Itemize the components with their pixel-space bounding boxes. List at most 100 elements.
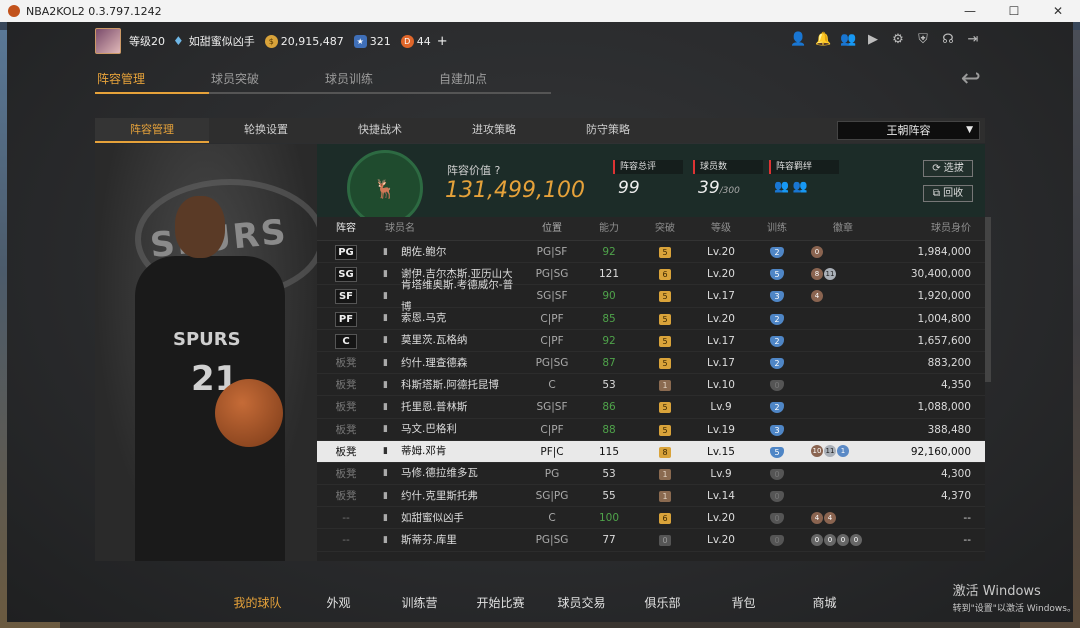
breakthrough-cell[interactable]: 1 (637, 374, 693, 395)
badges-cell[interactable]: 0000 (805, 529, 881, 550)
exit-icon[interactable]: ⇥ (965, 32, 981, 48)
row-player-name-cell[interactable]: ▮ 莫里茨.瓦格纳 (375, 330, 523, 351)
badges-cell[interactable]: 0 (805, 241, 881, 262)
row-player-name-cell[interactable]: ▮ 如甜蜜似凶手 (375, 507, 523, 528)
badge-icon[interactable]: 8 (811, 267, 823, 280)
breakthrough-cell[interactable]: 1 (637, 463, 693, 484)
row-player-name-cell[interactable]: ▮ 约什.理查德森 (375, 352, 523, 373)
table-row[interactable]: PG ▮ 朗佐.鲍尔 PG|SF 92 5 Lv.20 2 0 1,984,000 (317, 241, 985, 264)
row-slot[interactable]: SF (317, 285, 375, 306)
row-player-name-cell[interactable]: ▮ 索恩.马克 (375, 308, 523, 329)
badge-icon[interactable]: 4 (811, 511, 823, 524)
video-icon[interactable]: ▶ (865, 32, 881, 48)
row-slot[interactable]: SG (317, 263, 375, 284)
row-slot[interactable]: C (317, 330, 375, 351)
badges-cell[interactable] (805, 374, 881, 395)
table-row[interactable]: -- ▮ 如甜蜜似凶手 C 100 6 Lv.20 0 4 4 -- (317, 507, 985, 530)
nav-start-game[interactable]: 开始比赛 (460, 594, 541, 611)
subtab-rotation[interactable]: 轮换设置 (209, 118, 323, 143)
badge-icon[interactable]: 10 (811, 445, 823, 458)
row-player-name-cell[interactable]: ▮ 约什.克里斯托弗 (375, 485, 523, 506)
breakthrough-cell[interactable]: 5 (637, 352, 693, 373)
tab-player-breakthrough[interactable]: 球员突破 (209, 70, 323, 94)
row-slot[interactable]: 板凳 (317, 441, 375, 462)
breakthrough-cell[interactable]: 1 (637, 485, 693, 506)
badge-icon[interactable]: 0 (837, 534, 849, 547)
nav-club[interactable]: 俱乐部 (622, 594, 703, 611)
row-slot[interactable]: PF (317, 308, 375, 329)
breakthrough-cell[interactable]: 5 (637, 285, 693, 306)
badges-cell[interactable] (805, 485, 881, 506)
breakthrough-cell[interactable]: 0 (637, 529, 693, 550)
badge-icon[interactable]: 0 (811, 534, 823, 547)
badges-cell[interactable]: 8 11 (805, 263, 881, 284)
badge-icon[interactable]: 4 (811, 289, 823, 302)
row-slot[interactable]: 板凳 (317, 419, 375, 440)
breakthrough-cell[interactable]: 6 (637, 507, 693, 528)
badge-icon[interactable]: 0 (824, 534, 836, 547)
training-cell[interactable]: 0 (749, 463, 805, 484)
subtab-offense[interactable]: 进攻策略 (437, 118, 551, 143)
row-slot[interactable]: -- (317, 507, 375, 528)
minimize-button[interactable]: — (948, 4, 992, 18)
training-cell[interactable]: 2 (749, 308, 805, 329)
nav-backpack[interactable]: 背包 (703, 594, 784, 611)
training-cell[interactable]: 0 (749, 507, 805, 528)
row-slot[interactable]: PG (317, 241, 375, 262)
badges-cell[interactable]: 10 11 1 (805, 441, 881, 462)
table-row[interactable]: 板凳 ▮ 科斯塔斯.阿德托昆博 C 53 1 Lv.10 0 4,350 (317, 374, 985, 397)
subtab-lineup[interactable]: 阵容管理 (95, 118, 209, 143)
table-scrollbar[interactable] (985, 217, 991, 382)
subtab-defense[interactable]: 防守策略 (551, 118, 665, 143)
lineup-dropdown[interactable]: 王朝阵容 ▼ (837, 121, 980, 140)
bell-icon[interactable]: 🔔 (815, 32, 831, 48)
training-cell[interactable]: 3 (749, 285, 805, 306)
nav-store[interactable]: 商城 (784, 594, 865, 611)
training-cell[interactable]: 5 (749, 441, 805, 462)
badge-icon[interactable]: 0 (811, 245, 823, 258)
nav-my-team[interactable]: 我的球队 (217, 594, 298, 611)
training-cell[interactable]: 0 (749, 529, 805, 550)
table-row[interactable]: C ▮ 莫里茨.瓦格纳 C|PF 92 5 Lv.17 2 1,657,600 (317, 330, 985, 352)
badges-cell[interactable]: 44 (805, 507, 881, 528)
training-cell[interactable]: 2 (749, 352, 805, 373)
table-row[interactable]: -- ▮ 斯蒂芬.库里 PG|SG 77 0 Lv.20 0 0 0 0 0 -- (317, 529, 985, 552)
nav-player-trade[interactable]: 球员交易 (541, 594, 622, 611)
badges-cell[interactable] (805, 352, 881, 373)
headset-icon[interactable]: ☊ (940, 32, 956, 48)
user-icon[interactable]: 👤 (790, 32, 806, 48)
row-slot[interactable]: 板凳 (317, 485, 375, 506)
row-player-name-cell[interactable]: ▮ 朗佐.鲍尔 (375, 241, 523, 262)
breakthrough-cell[interactable]: 8 (637, 441, 693, 462)
badges-cell[interactable] (805, 463, 881, 484)
chemistry-icons[interactable]: 👥 👥 (769, 179, 839, 193)
training-cell[interactable]: 0 (749, 374, 805, 395)
nav-training-camp[interactable]: 训练营 (379, 594, 460, 611)
row-slot[interactable]: 板凳 (317, 396, 375, 417)
tab-player-training[interactable]: 球员训练 (323, 70, 437, 94)
row-slot[interactable]: 板凳 (317, 463, 375, 484)
row-player-name-cell[interactable]: ▮ 肯塔维奥斯.考德威尔-普博 (375, 279, 523, 313)
badges-cell[interactable] (805, 308, 881, 329)
table-row[interactable]: 板凳 ▮ 马修.德拉维多瓦 PG 53 1 Lv.9 0 4,300 (317, 463, 985, 486)
maximize-button[interactable]: ☐ (992, 4, 1036, 18)
badge-icon[interactable]: 1 (837, 445, 849, 458)
row-player-name-cell[interactable]: ▮ 斯蒂芬.库里 (375, 529, 523, 550)
training-cell[interactable]: 5 (749, 263, 805, 284)
row-player-name-cell[interactable]: ▮ 马修.德拉维多瓦 (375, 463, 523, 484)
badge-icon[interactable]: 11 (824, 267, 836, 280)
shield-icon[interactable]: ⛨ (915, 32, 931, 48)
close-button[interactable]: ✕ (1036, 4, 1080, 18)
add-currency-button[interactable]: + (437, 34, 448, 49)
training-cell[interactable]: 2 (749, 241, 805, 262)
breakthrough-cell[interactable]: 6 (637, 263, 693, 284)
row-player-name-cell[interactable]: ▮ 托里恩.普林斯 (375, 396, 523, 417)
table-row[interactable]: 板凳 ▮ 托里恩.普林斯 SG|SF 86 5 Lv.9 2 1,088,000 (317, 396, 985, 419)
table-row[interactable]: 板凳 ▮ 蒂姆.邓肯 PF|C 115 8 Lv.15 5 10 11 1 92,160,000 (317, 440, 985, 463)
table-row[interactable]: SF ▮ 肯塔维奥斯.考德威尔-普博 SG|SF 90 5 Lv.17 3 4 1,920,000 (317, 279, 985, 313)
breakthrough-cell[interactable]: 5 (637, 330, 693, 351)
row-player-name-cell[interactable]: ▮ 蒂姆.邓肯 (375, 441, 523, 462)
gear-icon[interactable]: ⚙ (890, 32, 906, 48)
friends-icon[interactable]: 👥 (840, 32, 856, 48)
row-player-name-cell[interactable]: ▮ 马文.巴格利 (375, 419, 523, 440)
